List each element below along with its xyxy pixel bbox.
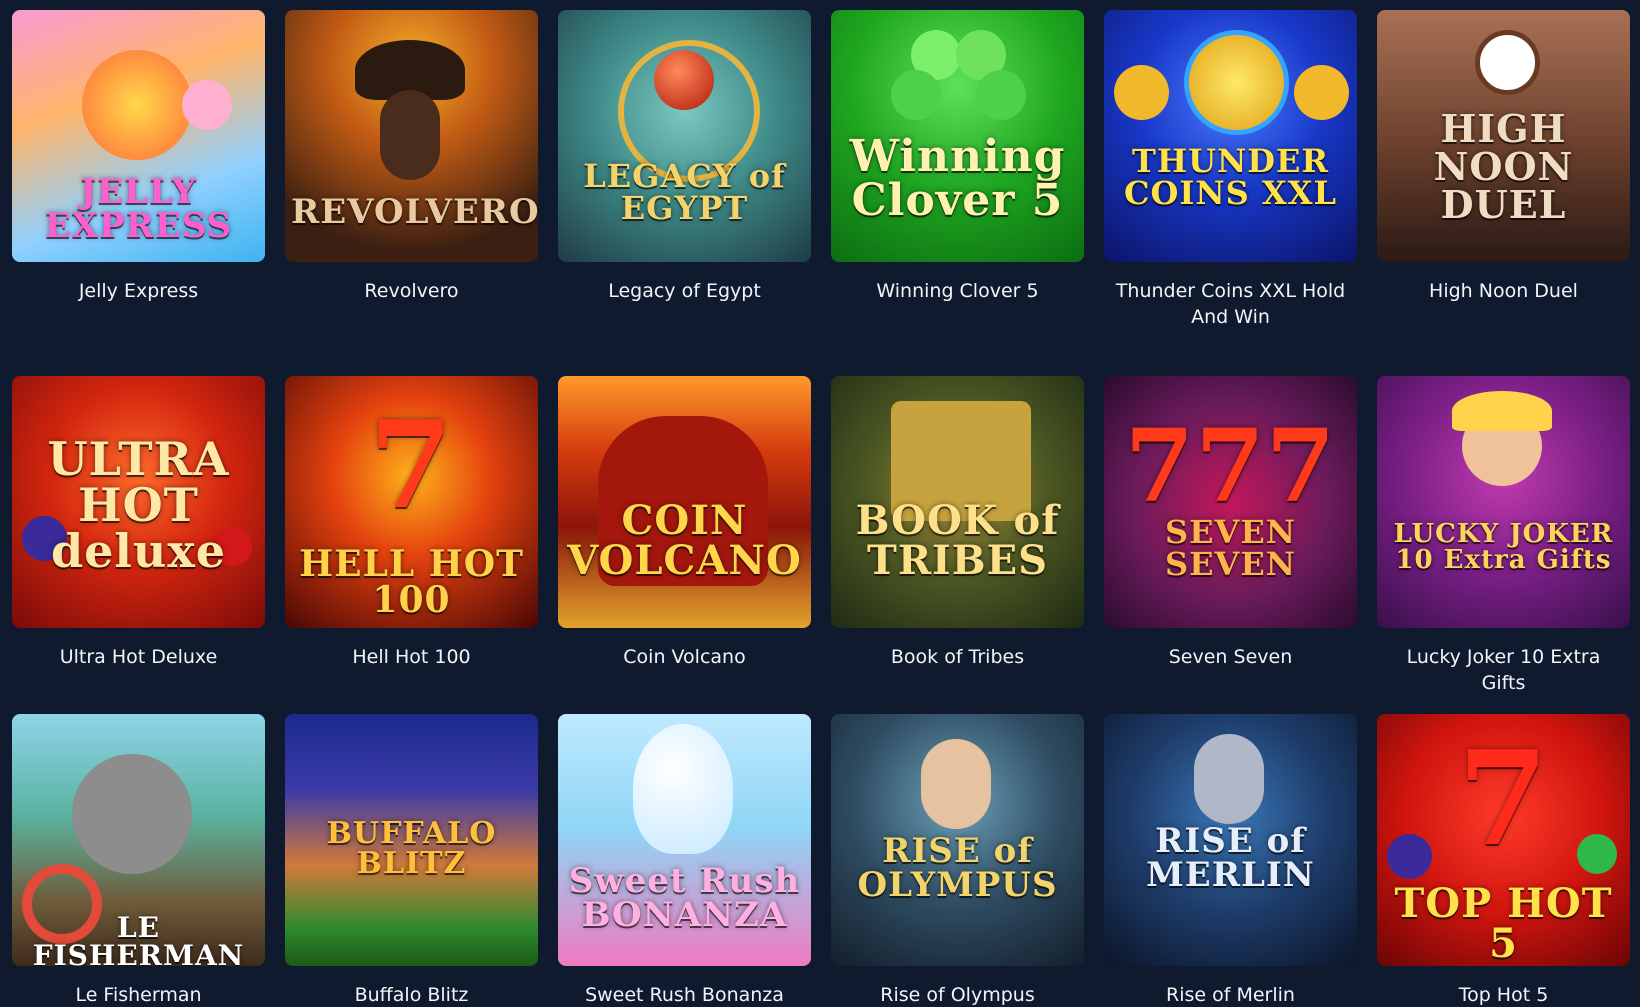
clover-leaf-icon — [891, 70, 941, 120]
zeus-icon — [921, 739, 991, 829]
game-thumbnail[interactable]: LEGACY of EGYPT — [558, 10, 811, 262]
game-card-buffalo-blitz[interactable]: BUFFALO BLITZ Buffalo Blitz — [285, 714, 538, 1007]
seven-icon: 7 — [369, 395, 454, 536]
cowboy-icon — [380, 90, 440, 180]
game-card-seven-seven[interactable]: 777 SEVEN SEVEN Seven Seven — [1104, 376, 1357, 670]
game-art-title: TOP HOT 5 — [1394, 880, 1613, 966]
jester-hat-icon — [1452, 391, 1552, 431]
game-thumbnail[interactable]: RISE of OLYMPUS — [831, 714, 1084, 966]
game-title[interactable]: Revolvero — [285, 278, 538, 304]
game-art-title: LUCKY JOKER 10 Extra Gifts — [1393, 519, 1614, 575]
game-thumbnail[interactable]: Winning Clover 5 — [831, 10, 1084, 262]
game-art-title: Winning Clover 5 — [849, 131, 1066, 226]
game-art-title: HIGH NOON DUEL — [1433, 106, 1574, 227]
game-thumbnail[interactable]: THUNDER COINS XXL — [1104, 10, 1357, 262]
game-card-jelly-express[interactable]: JELLY EXPRESS Jelly Express — [12, 10, 265, 304]
game-title[interactable]: Le Fisherman — [12, 982, 265, 1007]
clock-icon — [1475, 30, 1540, 95]
game-thumbnail[interactable]: 777 SEVEN SEVEN — [1104, 376, 1357, 628]
game-art-title: LEGACY of EGYPT — [583, 157, 786, 227]
gumball-icon — [633, 724, 733, 854]
game-thumbnail[interactable]: BUFFALO BLITZ — [285, 714, 538, 966]
game-title[interactable]: Book of Tribes — [831, 644, 1084, 670]
game-art-title: BUFFALO BLITZ — [326, 816, 497, 881]
game-card-thunder-coins-xxl[interactable]: THUNDER COINS XXL Thunder Coins XXL Hold… — [1104, 10, 1357, 330]
game-title[interactable]: Seven Seven — [1104, 644, 1357, 670]
game-title[interactable]: Rise of Olympus — [831, 982, 1084, 1007]
clover-leaf-icon — [976, 70, 1026, 120]
coin-icon — [1114, 65, 1169, 120]
game-thumbnail[interactable]: HIGH NOON DUEL — [1377, 10, 1630, 262]
game-card-lucky-joker-10[interactable]: LUCKY JOKER 10 Extra Gifts Lucky Joker 1… — [1377, 376, 1630, 696]
wizard-icon — [1194, 734, 1264, 824]
game-card-hell-hot-100[interactable]: 7 HELL HOT 100 Hell Hot 100 — [285, 376, 538, 670]
game-card-top-hot-5[interactable]: 7 TOP HOT 5 Top Hot 5 — [1377, 714, 1630, 1007]
game-card-winning-clover-5[interactable]: Winning Clover 5 Winning Clover 5 — [831, 10, 1084, 304]
game-card-rise-of-merlin[interactable]: RISE of MERLIN Rise of Merlin — [1104, 714, 1357, 1007]
game-thumbnail[interactable]: LE FISHERMAN — [12, 714, 265, 966]
game-card-ultra-hot-deluxe[interactable]: ULTRA HOT deluxe Ultra Hot Deluxe — [12, 376, 265, 670]
game-art-title: COIN VOLCANO — [567, 497, 802, 584]
game-thumbnail[interactable]: COIN VOLCANO — [558, 376, 811, 628]
game-title[interactable]: Hell Hot 100 — [285, 644, 538, 670]
game-title[interactable]: Ultra Hot Deluxe — [12, 644, 265, 670]
game-card-coin-volcano[interactable]: COIN VOLCANO Coin Volcano — [558, 376, 811, 670]
game-art-title: SEVEN SEVEN — [1165, 513, 1296, 583]
game-art-title: RISE of MERLIN — [1146, 821, 1315, 895]
game-title[interactable]: Legacy of Egypt — [558, 278, 811, 304]
game-art-title: HELL HOT 100 — [299, 543, 524, 621]
game-title[interactable]: Thunder Coins XXL Hold And Win — [1104, 278, 1357, 330]
game-thumbnail[interactable]: RISE of MERLIN — [1104, 714, 1357, 966]
game-title[interactable]: Winning Clover 5 — [831, 278, 1084, 304]
train-icon — [82, 50, 192, 160]
game-card-revolvero[interactable]: REVOLVERO Revolvero — [285, 10, 538, 304]
game-art-title: Sweet Rush BONANZA — [568, 861, 801, 935]
game-thumbnail[interactable]: Sweet Rush BONANZA — [558, 714, 811, 966]
game-art-title: LE FISHERMAN — [32, 911, 245, 967]
game-title[interactable]: Sweet Rush Bonanza — [558, 982, 811, 1007]
game-grid: JELLY EXPRESS Jelly Express REVOLVERO Re… — [0, 0, 1640, 1007]
game-art-title: THUNDER COINS XXL — [1124, 142, 1337, 212]
game-card-book-of-tribes[interactable]: BOOK of TRIBES Book of Tribes — [831, 376, 1084, 670]
game-card-legacy-of-egypt[interactable]: LEGACY of EGYPT Legacy of Egypt — [558, 10, 811, 304]
game-art-title: RISE of OLYMPUS — [857, 831, 1058, 905]
game-title[interactable]: High Noon Duel — [1377, 278, 1630, 304]
game-thumbnail[interactable]: LUCKY JOKER 10 Extra Gifts — [1377, 376, 1630, 628]
game-thumbnail[interactable]: BOOK of TRIBES — [831, 376, 1084, 628]
game-art-title: BOOK of TRIBES — [855, 497, 1060, 584]
game-art-title: ULTRA HOT deluxe — [47, 432, 230, 578]
game-card-rise-of-olympus[interactable]: RISE of OLYMPUS Rise of Olympus — [831, 714, 1084, 1007]
game-art-title: REVOLVERO — [291, 192, 538, 232]
coin-icon — [1294, 65, 1349, 120]
pig-icon — [182, 80, 232, 130]
game-title[interactable]: Rise of Merlin — [1104, 982, 1357, 1007]
game-thumbnail[interactable]: JELLY EXPRESS — [12, 10, 265, 262]
watermelon-icon — [1577, 834, 1617, 874]
game-title[interactable]: Lucky Joker 10 Extra Gifts — [1377, 644, 1630, 696]
raccoon-icon — [72, 754, 192, 874]
game-title[interactable]: Coin Volcano — [558, 644, 811, 670]
seven-icon: 777 — [1124, 407, 1337, 525]
game-card-sweet-rush-bonanza[interactable]: Sweet Rush BONANZA Sweet Rush Bonanza — [558, 714, 811, 1007]
game-art-title: JELLY EXPRESS — [44, 172, 233, 246]
game-card-high-noon-duel[interactable]: HIGH NOON DUEL High Noon Duel — [1377, 10, 1630, 304]
game-title[interactable]: Jelly Express — [12, 278, 265, 304]
lightning-icon — [1184, 30, 1289, 135]
game-title[interactable]: Top Hot 5 — [1377, 982, 1630, 1007]
game-thumbnail[interactable]: 7 TOP HOT 5 — [1377, 714, 1630, 966]
game-thumbnail[interactable]: 7 HELL HOT 100 — [285, 376, 538, 628]
game-card-le-fisherman[interactable]: LE FISHERMAN Le Fisherman — [12, 714, 265, 1007]
grapes-icon — [1387, 834, 1432, 879]
game-title[interactable]: Buffalo Blitz — [285, 982, 538, 1007]
game-thumbnail[interactable]: REVOLVERO — [285, 10, 538, 262]
game-thumbnail[interactable]: ULTRA HOT deluxe — [12, 376, 265, 628]
